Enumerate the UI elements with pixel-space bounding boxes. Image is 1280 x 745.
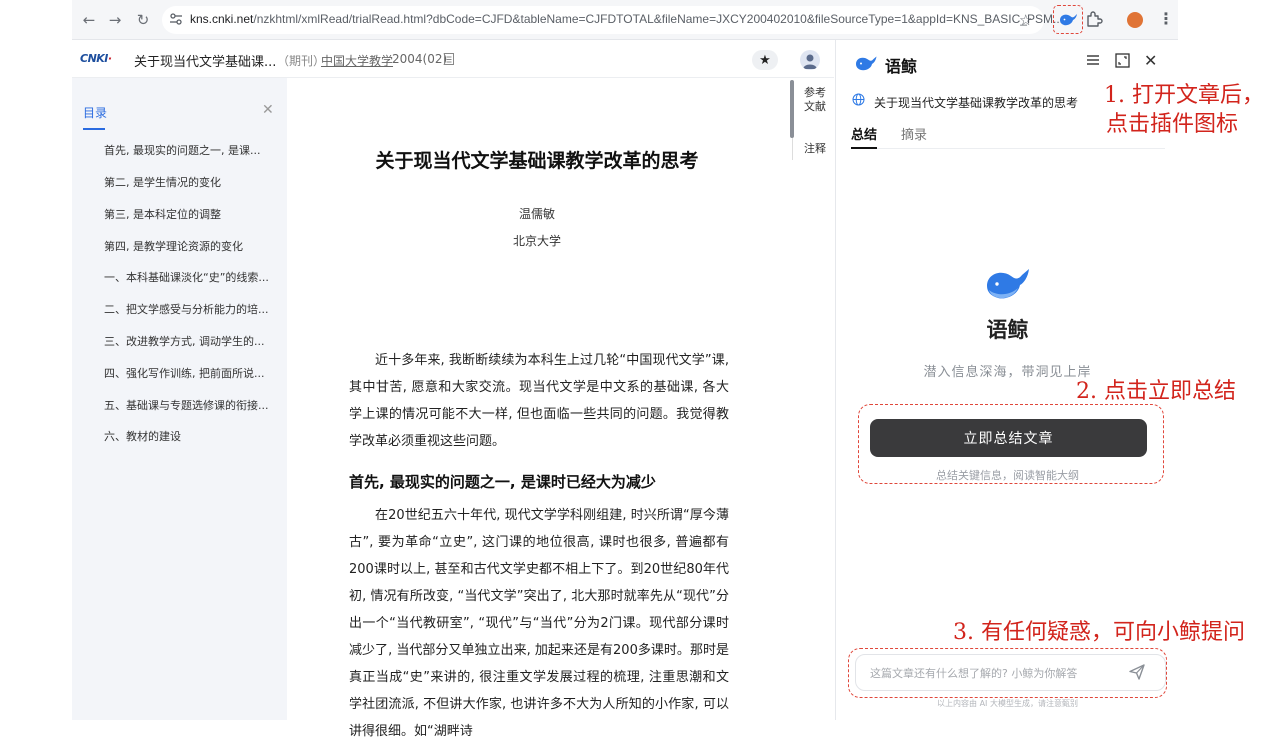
toc-item[interactable]: 第二, 是学生情况的变化 — [104, 174, 221, 190]
toc-item[interactable]: 首先, 最现实的问题之一, 是课... — [104, 142, 260, 158]
cnki-logo[interactable]: CNKI· — [80, 52, 112, 65]
header-journal-link[interactable]: 中国大学教学 — [321, 52, 393, 69]
browser-menu-icon[interactable]: ⋮ — [1158, 9, 1174, 28]
annotation-step1-line1: 1. 打开文章后， — [1104, 83, 1264, 108]
toc-item[interactable]: 二、把文学感受与分析能力的培... — [104, 301, 269, 317]
tab-excerpt[interactable]: 摘录 — [901, 124, 927, 143]
browser-toolbar: ← → ↻ kns.cnki.net/nzkhtml/xmlRead/trial… — [72, 0, 1178, 40]
ask-input-highlight — [848, 648, 1167, 698]
tab-divider — [851, 148, 1165, 149]
profile-avatar[interactable] — [1127, 12, 1143, 28]
back-icon[interactable]: ← — [78, 9, 100, 31]
article-title: 关于现当代文学基础课教学改革的思考 — [375, 150, 699, 172]
site-header: CNKI· 关于现当代文学基础课... （期刊） 中国大学教学 2004(02)… — [72, 40, 834, 78]
close-icon[interactable]: ✕ — [1144, 51, 1157, 70]
document-icon[interactable] — [444, 53, 454, 65]
notes-link[interactable]: 注释 — [804, 140, 826, 156]
toc-item[interactable]: 四、强化写作训练, 把前面所说... — [104, 365, 264, 381]
article-paragraph: 在20世纪五六十年代, 现代文学学科刚组建, 时兴所谓“厚今薄古”, 要为革命“… — [349, 508, 729, 739]
toc-item[interactable]: 三、改进教学方式, 调动学生的... — [104, 333, 264, 349]
tab-active-indicator — [851, 147, 877, 149]
favorite-star-icon[interactable]: ★ — [752, 50, 778, 70]
summarize-button-highlight — [858, 404, 1164, 484]
article-author[interactable]: 温儒敏 — [287, 205, 787, 222]
article-body: 关于现当代文学基础课教学改革的思考 温儒敏 北京大学 近十多年来, 我断断续续为… — [287, 78, 787, 739]
close-icon[interactable]: ✕ — [262, 102, 274, 118]
ai-disclaimer: 以上内容由 AI 大模型生成，请注意甄别 — [937, 699, 1078, 708]
section-heading: 首先, 最现实的问题之一, 是课时已经大为减少 — [349, 473, 656, 491]
tab-summary[interactable]: 总结 — [851, 124, 877, 143]
toc-item[interactable]: 一、本科基础课淡化“史”的线索... — [104, 269, 269, 285]
bookmark-star-icon[interactable]: ☆ — [1019, 11, 1032, 29]
panel-article-title: 关于现当代文学基础课教学改革的思考 — [874, 96, 1079, 110]
user-avatar[interactable] — [800, 50, 820, 70]
toc-item[interactable]: 六、教材的建设 — [104, 428, 181, 444]
article-side-rail: 参考文献 注释 — [787, 78, 835, 720]
article-paragraph: 近十多年来, 我断断续续为本科生上过几轮“中国现代文学”课, 其中甘苦, 愿意和… — [349, 353, 729, 449]
scrollbar-thumb[interactable] — [790, 80, 794, 138]
article-affiliation[interactable]: 北京大学 — [287, 232, 787, 249]
rail-divider — [792, 138, 793, 160]
expand-icon[interactable] — [1115, 53, 1130, 68]
toc-item[interactable]: 五、基础课与专题选修课的衔接... — [104, 397, 269, 413]
globe-icon — [852, 93, 865, 106]
extension-icon-highlight — [1053, 5, 1083, 34]
header-issue: 2004(02) — [392, 52, 448, 66]
menu-icon[interactable] — [1086, 53, 1100, 67]
toc-item[interactable]: 第三, 是本科定位的调整 — [104, 206, 221, 222]
whale-logo-icon — [854, 54, 878, 72]
annotation-step2: 2. 点击立即总结 — [1076, 379, 1236, 404]
annotation-step3: 3. 有任何疑惑，可向小鲸提问 — [953, 620, 1245, 645]
panel-app-name: 语鲸 — [885, 57, 918, 76]
brand-title: 语鲸 — [986, 318, 1029, 342]
reload-icon[interactable]: ↻ — [132, 9, 154, 31]
toc-title[interactable]: 目录 — [83, 104, 107, 121]
extensions-puzzle-icon[interactable] — [1085, 10, 1103, 28]
forward-icon[interactable]: → — [104, 9, 126, 31]
header-article-title: 关于现当代文学基础课... — [134, 55, 277, 70]
annotation-step1-line2: 点击插件图标 — [1106, 112, 1239, 137]
whale-mascot-icon — [984, 266, 1032, 302]
toc-sidebar: 目录 ✕ 首先, 最现实的问题之一, 是课... 第二, 是学生情况的变化 第三… — [72, 78, 287, 720]
toc-item[interactable]: 第四, 是教学理论资源的变化 — [104, 238, 243, 254]
references-link[interactable]: 参考文献 — [804, 86, 828, 114]
url-text[interactable]: kns.cnki.net/nzkhtml/xmlRead/trialRead.h… — [190, 12, 1063, 26]
site-settings-icon[interactable] — [169, 12, 183, 26]
toc-title-underline — [83, 128, 105, 130]
header-publication-type: （期刊） — [277, 54, 326, 68]
